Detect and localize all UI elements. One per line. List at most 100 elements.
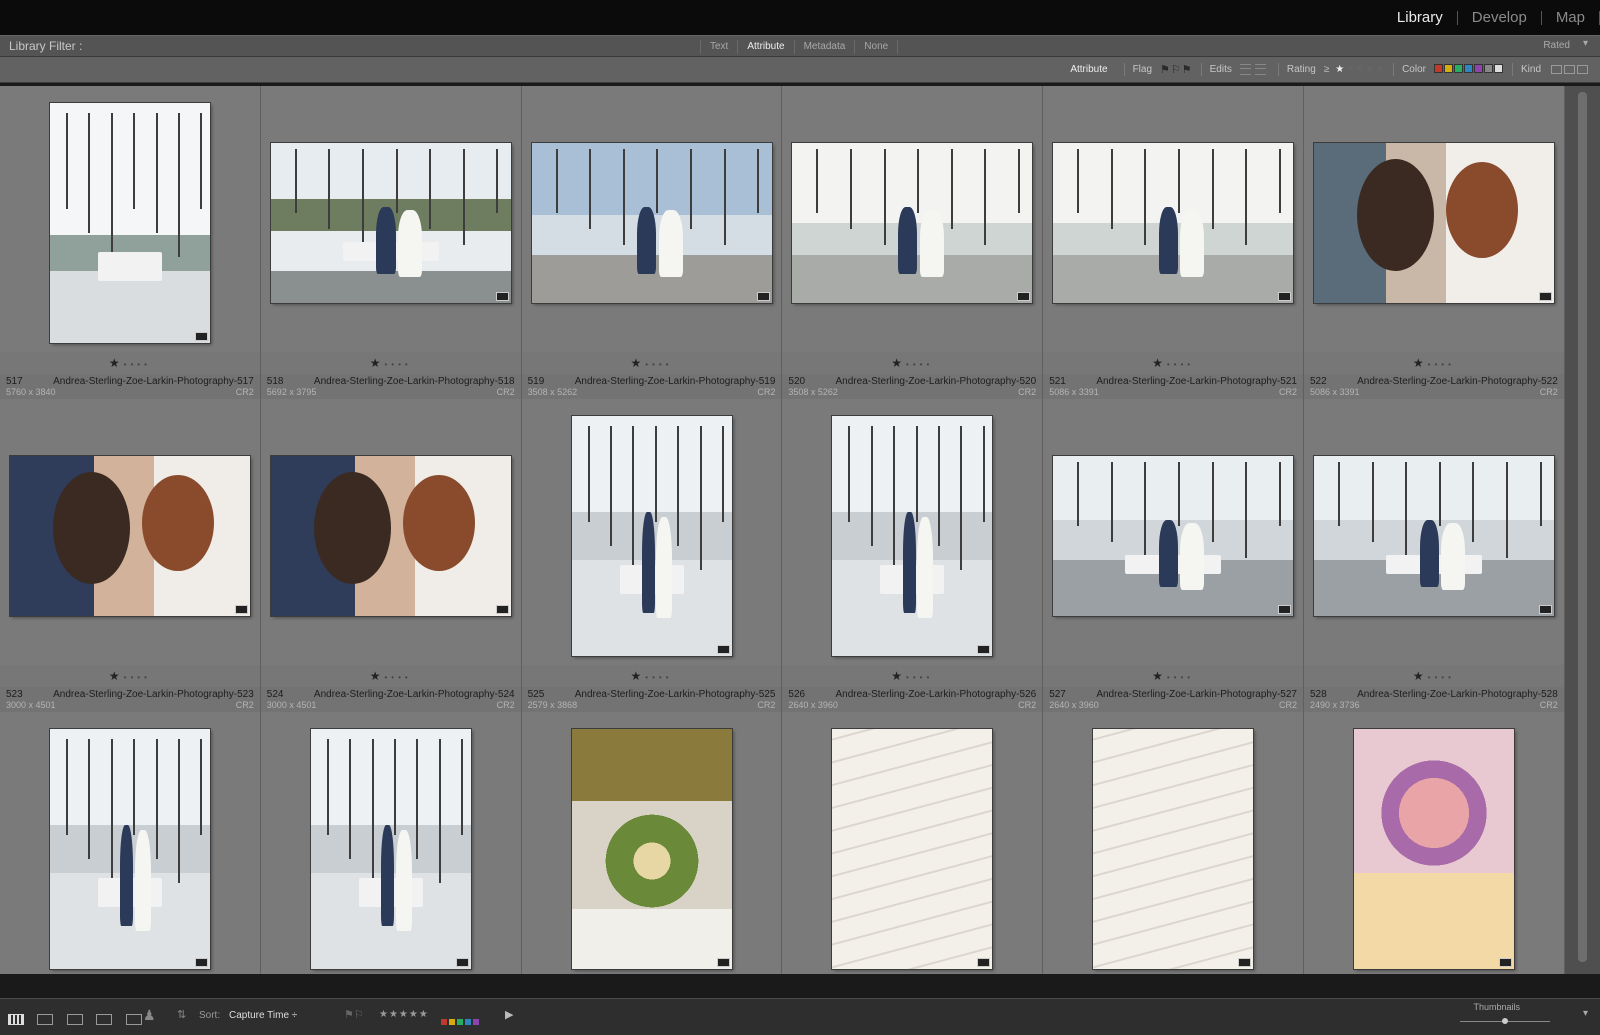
color-swatch[interactable]: [1453, 63, 1463, 73]
grid-cell[interactable]: ★•••• 520 Andrea-Sterling-Zoe-Larkin-Photo…: [782, 86, 1044, 399]
star-rating[interactable]: ★••••: [782, 356, 1042, 370]
star-icon[interactable]: ★: [370, 356, 385, 370]
star-icon[interactable]: ★: [630, 669, 645, 683]
color-swatch[interactable]: [1493, 63, 1503, 73]
star-rating[interactable]: ★••••: [0, 356, 260, 370]
grid-cell[interactable]: ★•••• 527 Andrea-Sterling-Zoe-Larkin-Photo…: [1043, 399, 1304, 712]
edit-badge-icon[interactable]: [1238, 958, 1252, 967]
star-icon[interactable]: ★: [1152, 669, 1167, 683]
star-rating[interactable]: ★••••: [522, 356, 782, 370]
grid-cell[interactable]: ★•••• 528 Andrea-Sterling-Zoe-Larkin-Photo…: [1303, 399, 1565, 712]
empty-star-icon[interactable]: •: [1448, 673, 1455, 682]
empty-star-icon[interactable]: •: [926, 673, 933, 682]
flag-icon[interactable]: ⚑⚐⚑: [1160, 63, 1193, 76]
unedited-icon[interactable]: [1254, 64, 1266, 75]
grid-scrollbar[interactable]: [1565, 86, 1600, 974]
edit-badge-icon[interactable]: [1017, 292, 1031, 301]
filter-tab-attribute[interactable]: Attribute: [737, 39, 793, 54]
rating-stars[interactable]: ★★★★★: [1335, 64, 1385, 75]
filter-preset-dropdown[interactable]: Rated: [1543, 40, 1570, 51]
star-icon[interactable]: ★: [891, 669, 906, 683]
photo-thumbnail[interactable]: [832, 416, 993, 656]
star-icon[interactable]: ★: [891, 356, 906, 370]
edit-badge-icon[interactable]: [235, 605, 248, 614]
filter-tab-text[interactable]: Text: [700, 39, 737, 54]
photo-thumbnail[interactable]: [50, 103, 210, 343]
star-rating[interactable]: ★••••: [782, 669, 1042, 683]
chevron-down-icon[interactable]: ▾: [1583, 38, 1588, 49]
photo-thumbnail[interactable]: [270, 143, 511, 303]
grid-cell[interactable]: [521, 712, 783, 974]
edit-badge-icon[interactable]: [1278, 292, 1292, 301]
edit-badge-icon[interactable]: [977, 645, 991, 654]
edit-badge-icon[interactable]: [1538, 292, 1552, 301]
star-icon[interactable]: ★: [630, 356, 645, 370]
empty-star-icon[interactable]: •: [652, 360, 659, 369]
star-rating[interactable]: ★••••: [1304, 669, 1564, 683]
grid-view-icon[interactable]: [8, 1014, 24, 1026]
module-develop[interactable]: Develop: [1458, 9, 1541, 26]
empty-star-icon[interactable]: •: [1167, 673, 1174, 682]
edit-badge-icon[interactable]: [455, 958, 469, 967]
edit-badge-icon[interactable]: [716, 958, 730, 967]
photo-thumbnail[interactable]: [1053, 456, 1294, 616]
empty-star-icon[interactable]: •: [652, 673, 659, 682]
star-rating[interactable]: ★••••: [522, 669, 782, 683]
photo-thumbnail[interactable]: [1093, 729, 1254, 969]
empty-star-icon[interactable]: •: [913, 673, 920, 682]
edit-badge-icon[interactable]: [1498, 958, 1512, 967]
kind-master-icon[interactable]: [1551, 65, 1562, 74]
grid-cell[interactable]: [1043, 712, 1304, 974]
edit-badge-icon[interactable]: [195, 332, 208, 341]
edit-badge-icon[interactable]: [1278, 605, 1292, 614]
photo-thumbnail[interactable]: [310, 729, 471, 969]
star-rating[interactable]: ★••••: [1304, 356, 1564, 370]
edit-badge-icon[interactable]: [195, 958, 208, 967]
empty-star-icon[interactable]: •: [659, 360, 666, 369]
grid-cell[interactable]: ★•••• 519 Andrea-Sterling-Zoe-Larkin-Photo…: [521, 86, 783, 399]
edit-badge-icon[interactable]: [756, 292, 770, 301]
photo-thumbnail[interactable]: [10, 456, 250, 616]
grid-cell[interactable]: ★•••• 517 Andrea-Sterling-Zoe-Larkin-Photo…: [0, 86, 261, 399]
empty-star-icon[interactable]: •: [1187, 673, 1194, 682]
grid-cell[interactable]: ★•••• 518 Andrea-Sterling-Zoe-Larkin-Photo…: [260, 86, 522, 399]
empty-star-icon[interactable]: •: [405, 673, 412, 682]
play-icon[interactable]: ▶: [505, 1008, 513, 1021]
grid-cell[interactable]: [782, 712, 1044, 974]
color-swatch[interactable]: [1463, 63, 1473, 73]
loupe-view-icon[interactable]: [37, 1014, 54, 1026]
empty-star-icon[interactable]: •: [926, 360, 933, 369]
star-icon[interactable]: ★: [370, 669, 385, 683]
survey-view-icon[interactable]: [96, 1014, 113, 1026]
thumbnail-size-slider[interactable]: [1460, 1018, 1550, 1024]
kind-video-icon[interactable]: [1577, 65, 1588, 74]
edit-badge-icon[interactable]: [495, 292, 509, 301]
sort-dropdown[interactable]: Capture Time ÷: [229, 1010, 297, 1021]
grid-cell[interactable]: ★•••• 525 Andrea-Sterling-Zoe-Larkin-Photo…: [521, 399, 783, 712]
star-icon[interactable]: ★: [109, 669, 124, 683]
empty-star-icon[interactable]: •: [398, 673, 405, 682]
photo-thumbnail[interactable]: [1313, 456, 1554, 616]
star-rating[interactable]: ★••••: [261, 669, 521, 683]
color-swatch[interactable]: [1433, 63, 1443, 73]
compare-view-icon[interactable]: [66, 1014, 83, 1026]
rating-operator[interactable]: ≥: [1324, 64, 1330, 75]
color-swatch[interactable]: [1473, 63, 1483, 73]
module-map[interactable]: Map: [1542, 9, 1599, 26]
grid-cell[interactable]: ★•••• 521 Andrea-Sterling-Zoe-Larkin-Photo…: [1043, 86, 1304, 399]
empty-star-icon[interactable]: •: [144, 360, 151, 369]
painter-icon[interactable]: ♟: [143, 1007, 156, 1024]
edit-badge-icon[interactable]: [1538, 605, 1552, 614]
toolbar-color-labels[interactable]: [441, 1012, 481, 1030]
photo-thumbnail[interactable]: [571, 729, 732, 969]
color-label-chip[interactable]: [449, 1019, 455, 1025]
star-rating[interactable]: ★••••: [261, 356, 521, 370]
photo-thumbnail[interactable]: [1353, 729, 1514, 969]
grid-cell[interactable]: [260, 712, 522, 974]
empty-star-icon[interactable]: •: [666, 360, 673, 369]
kind-virtual-icon[interactable]: [1564, 65, 1575, 74]
empty-star-icon[interactable]: •: [666, 673, 673, 682]
grid-cell[interactable]: [1303, 712, 1565, 974]
photo-thumbnail[interactable]: [1313, 143, 1554, 303]
star-icon[interactable]: ★: [109, 356, 124, 370]
